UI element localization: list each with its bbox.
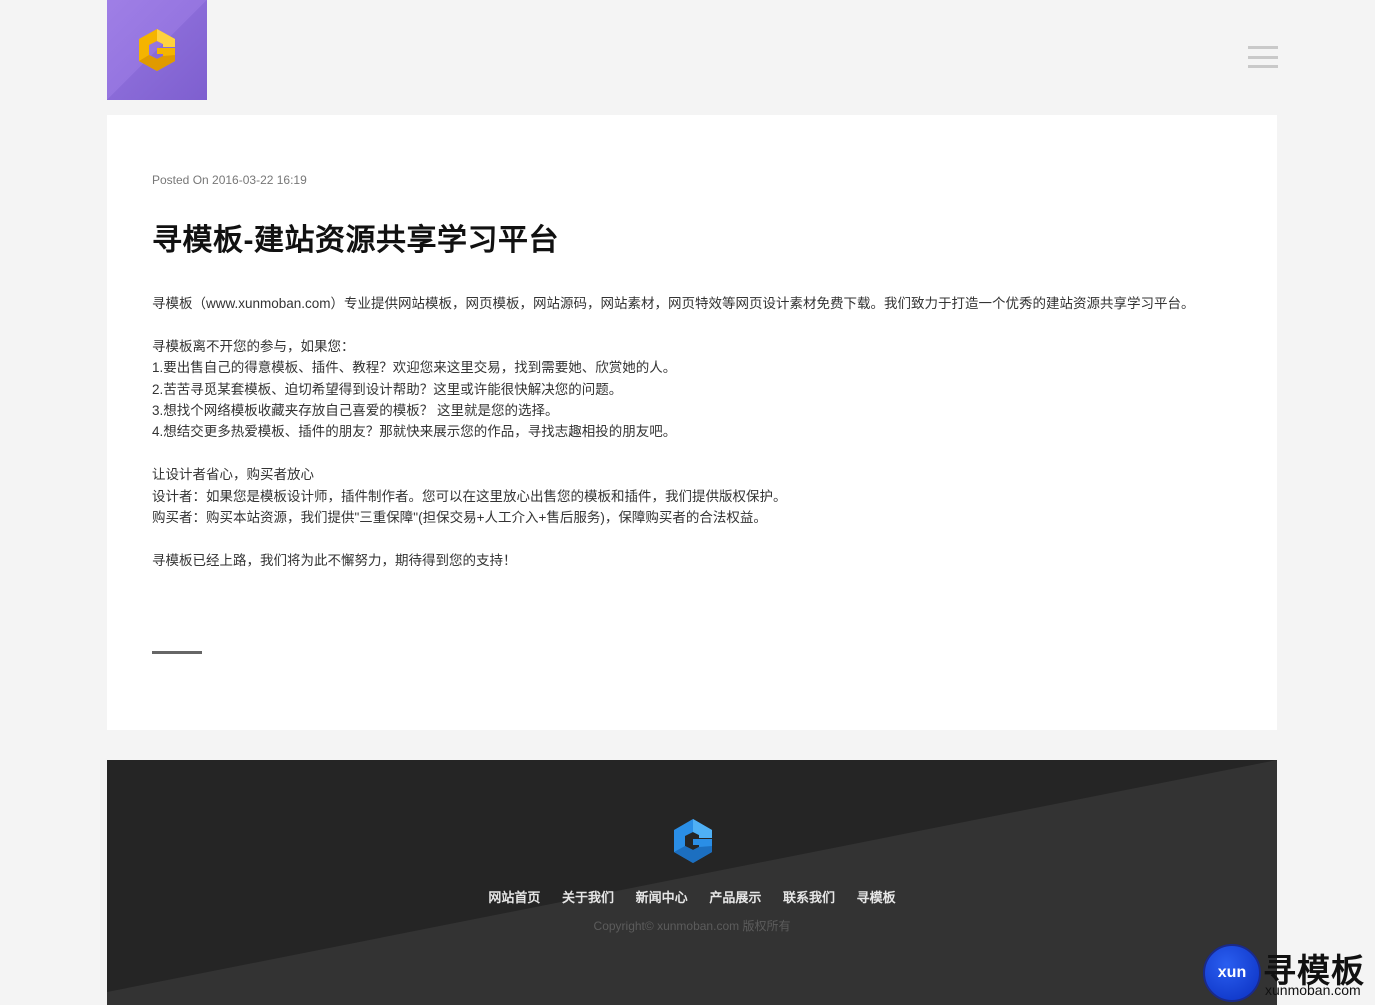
watermark-logo: xun 寻模板 xunmoban.com	[1203, 944, 1373, 1002]
footer-link-xunmoban[interactable]: 寻模板	[857, 890, 896, 905]
post-paragraph: 寻模板离不开您的参与，如果您：	[152, 338, 355, 354]
post-paragraph: 寻模板已经上路，我们将为此不懈努力，期待得到您的支持！	[152, 552, 517, 568]
post-paragraph: 设计者：如果您是模板设计师，插件制作者。您可以在这里放心出售您的模板和插件，我们…	[152, 488, 787, 504]
footer-link-about[interactable]: 关于我们	[562, 890, 614, 905]
post-paragraph: 4.想结交更多热爱模板、插件的朋友？那就快来展示您的作品，寻找志趣相投的朋友吧。	[152, 424, 677, 440]
content-divider	[152, 651, 202, 654]
footer-link-news[interactable]: 新闻中心	[636, 890, 688, 905]
hamburger-menu-icon[interactable]	[1248, 46, 1278, 68]
g-logo-icon	[139, 29, 175, 71]
post-meta: Posted On 2016-03-22 16:19	[152, 173, 307, 187]
footer-nav: 网站首页 关于我们 新闻中心 产品展示 联系我们 寻模板	[107, 887, 1277, 906]
site-logo[interactable]	[107, 0, 207, 100]
g-logo-icon[interactable]	[672, 818, 714, 864]
footer-link-home[interactable]: 网站首页	[488, 890, 540, 905]
footer-link-products[interactable]: 产品展示	[709, 890, 761, 905]
footer: 网站首页 关于我们 新闻中心 产品展示 联系我们 寻模板 Copyright© …	[107, 760, 1277, 1005]
post-paragraph: 购买者：购买本站资源，我们提供"三重保障"(担保交易+人工介入+售后服务)，保障…	[152, 510, 767, 526]
post-title: 寻模板-建站资源共享学习平台	[152, 224, 559, 257]
post-paragraph: 3.想找个网络模板收藏夹存放自己喜爱的模板？ 这里就是您的选择。	[152, 403, 559, 419]
post-paragraph: 让设计者省心，购买者放心	[152, 467, 314, 483]
post-content: 寻模板（www.xunmoban.com）专业提供网站模板，网页模板，网站源码，…	[152, 293, 1222, 571]
watermark-url: xunmoban.com	[1265, 982, 1361, 998]
watermark-badge: xun	[1203, 944, 1261, 1002]
footer-diagonal-background	[107, 760, 1277, 1005]
post-card: Posted On 2016-03-22 16:19 寻模板-建站资源共享学习平…	[107, 115, 1277, 730]
post-paragraph: 2.苦苦寻觅某套模板、迫切希望得到设计帮助？这里或许能很快解决您的问题。	[152, 381, 623, 397]
copyright: Copyright© xunmoban.com 版权所有	[593, 919, 791, 933]
footer-link-contact[interactable]: 联系我们	[783, 890, 835, 905]
post-paragraph: 1.要出售自己的得意模板、插件、教程？欢迎您来这里交易，找到需要她、欣赏她的人。	[152, 360, 677, 376]
post-paragraph: 寻模板（www.xunmoban.com）专业提供网站模板，网页模板，网站源码，…	[152, 296, 1195, 311]
